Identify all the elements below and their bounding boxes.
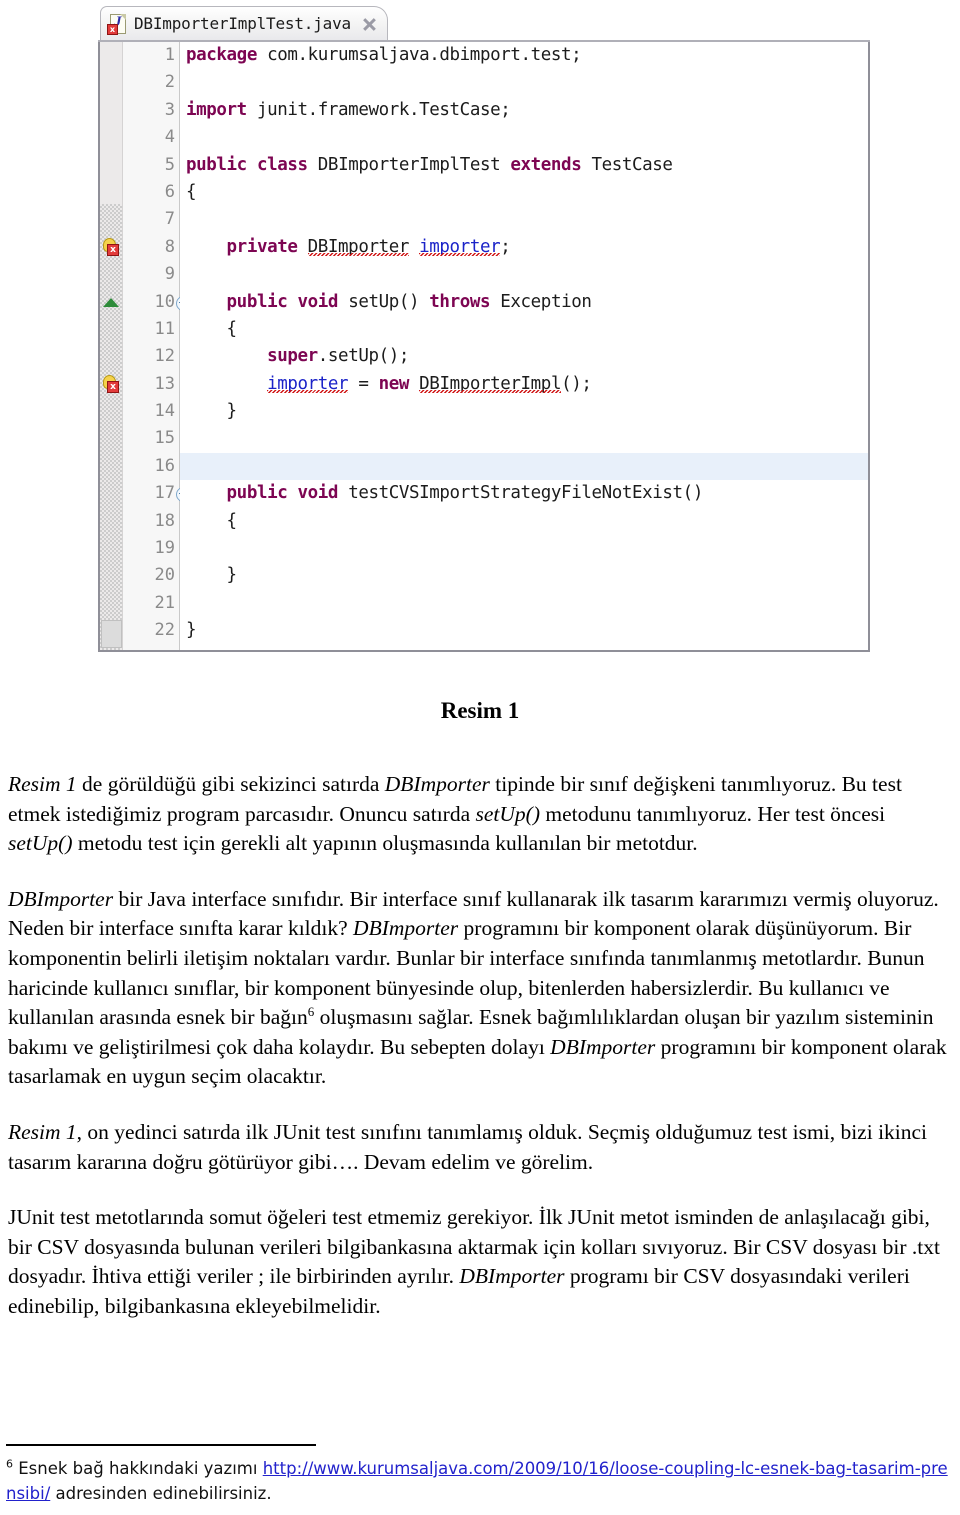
code-line[interactable] [180, 452, 868, 481]
line-number: 7 [164, 209, 175, 230]
line-number: 1 [164, 45, 175, 65]
line-number: 18 [154, 510, 175, 531]
override-arrow-icon [102, 293, 122, 312]
line-number: 21 [154, 592, 175, 613]
code-line[interactable]: { [180, 316, 868, 343]
footnote-text-after: adresinden edinebilirsiniz. [50, 1484, 272, 1503]
eclipse-editor-screenshot: J x DBImporterImplTest.java 1 2 3 4 5 6 7 8 x 9 10… [98, 4, 870, 652]
code-line[interactable]: } [180, 617, 868, 644]
overview-thumb[interactable] [101, 620, 122, 648]
line-number: 10 [103, 289, 191, 316]
error-quickfix-icon[interactable]: x [102, 237, 122, 257]
line-number: 8x [103, 234, 179, 261]
document-body: Resim 1 de görüldüğü gibi sekizinci satı… [8, 770, 954, 1322]
footnote-separator [6, 1444, 316, 1446]
paragraph-3: Resim 1, on yedinci satırda ilk JUnit te… [8, 1118, 954, 1177]
p2-dbimporter-2: DBImporter [353, 916, 459, 941]
line-number: 12 [154, 346, 175, 367]
line-number-gutter: 12345678x910111213x14151617181920212223 [103, 42, 191, 650]
code-line[interactable] [180, 124, 868, 151]
code-line[interactable]: importer = new DBImporterImpl(); [180, 371, 868, 398]
line-number: 16 [154, 455, 175, 476]
p1-ref: Resim 1 [8, 772, 77, 796]
line-number: 3 [164, 99, 175, 120]
p1-f: metodunu tanımlıyoruz. Her test öncesi [539, 801, 886, 826]
line-number: 23 [123, 645, 179, 650]
error-badge-icon: x [107, 23, 118, 35]
line-number: 15 [154, 428, 175, 449]
code-line[interactable]: public void setUp() throws Exception [180, 289, 868, 316]
code-line[interactable] [180, 261, 868, 288]
code-editor[interactable]: 12345678x910111213x14151617181920212223 … [98, 42, 870, 652]
code-line[interactable] [180, 425, 868, 452]
paragraph-1: Resim 1 de görüldüğü gibi sekizinci satı… [8, 770, 954, 859]
code-line[interactable] [180, 590, 868, 617]
annotation-ruler[interactable] [100, 42, 123, 650]
p1-dbimporter: DBImporter [384, 772, 490, 796]
line-number: 9 [164, 264, 175, 285]
line-number: 2 [164, 72, 175, 93]
code-text-area[interactable]: package com.kurumsaljava.dbimport.test; … [180, 42, 868, 650]
editor-tab-label: DBImporterImplTest.java [134, 14, 351, 33]
annotation-hatch-area [100, 204, 122, 650]
line-number: 5 [164, 154, 175, 175]
line-number: 11 [154, 318, 175, 339]
paragraph-4: JUnit test metotlarında somut öğeleri te… [8, 1203, 954, 1321]
editor-tab-dbimporterimpltest[interactable]: J x DBImporterImplTest.java [100, 6, 388, 40]
code-line[interactable]: } [180, 562, 868, 589]
line-number: 6 [164, 181, 175, 202]
code-line[interactable]: { [180, 508, 868, 535]
code-line[interactable]: public class DBImporterImplTest extends … [180, 152, 868, 179]
p1-setup-1: setUp() [475, 801, 540, 826]
code-line[interactable]: import junit.framework.TestCase; [180, 97, 868, 124]
code-line[interactable]: private DBImporter importer; [180, 234, 868, 261]
p1-setup-2: setUp() [8, 831, 73, 856]
code-line[interactable] [180, 69, 868, 96]
editor-tab-strip: J x DBImporterImplTest.java [98, 4, 870, 42]
p1-b: de görüldüğü gibi sekizinci satırda [76, 772, 385, 796]
code-line[interactable]: super.setUp(); [180, 343, 868, 370]
code-line[interactable] [180, 206, 868, 233]
line-number: 22 [154, 620, 175, 641]
footnote: 6 Esnek bağ hakkındaki yazımı http://www… [6, 1456, 954, 1506]
footnote-text-before: Esnek bağ hakkındaki yazımı [13, 1459, 263, 1478]
java-file-icon: J x [107, 13, 127, 35]
code-line[interactable]: package com.kurumsaljava.dbimport.test; [180, 42, 868, 69]
line-number: 14 [154, 401, 175, 422]
p3-b: , on yedinci satırda ilk JUnit test sını… [8, 1119, 928, 1174]
p1-h: metodu test için gerekli alt yapının olu… [72, 831, 698, 856]
line-number: 4 [164, 127, 175, 148]
p2-dbimporter-1: DBImporter [8, 886, 114, 911]
line-number: 20 [154, 565, 175, 586]
close-icon[interactable] [361, 16, 377, 32]
code-line[interactable] [180, 535, 868, 562]
p2-dbimporter-3: DBImporter [550, 1034, 656, 1059]
error-quickfix-icon[interactable]: x [102, 374, 122, 394]
line-number: 19 [154, 538, 175, 559]
code-line[interactable]: } [180, 398, 868, 425]
p4-dbimporter: DBImporter [459, 1264, 565, 1289]
code-line[interactable]: public void testCVSImportStrategyFileNot… [180, 480, 868, 507]
code-line[interactable]: { [180, 179, 868, 206]
footnote-marker: 6 [6, 1457, 13, 1471]
line-number: 17 [123, 480, 191, 507]
code-line[interactable] [180, 645, 868, 650]
figure-caption: Resim 1 [440, 698, 520, 723]
paragraph-2: DBImporter bir Java interface sınıfıdır.… [8, 885, 954, 1092]
p3-ref: Resim 1 [8, 1119, 77, 1144]
line-number: 13 x [103, 371, 179, 398]
